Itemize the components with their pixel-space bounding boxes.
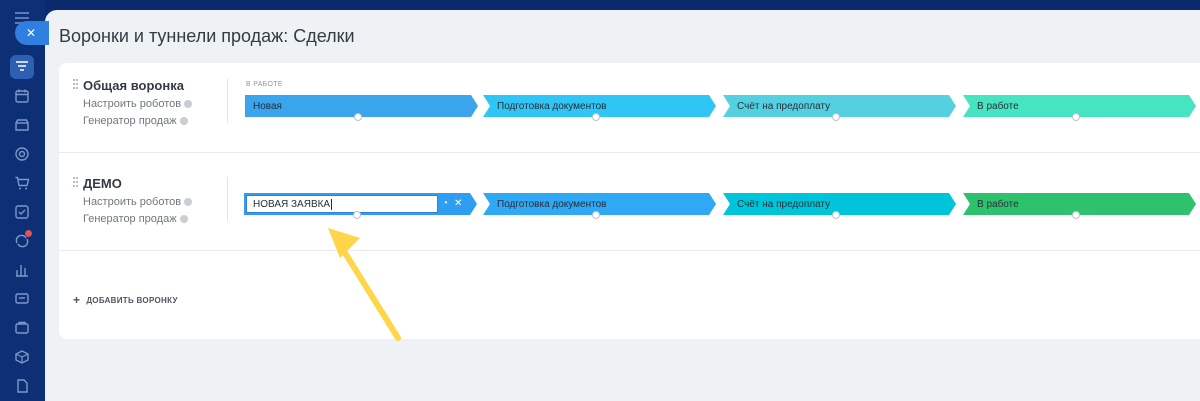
cart-icon[interactable] (10, 171, 34, 195)
stage-connector[interactable] (832, 211, 840, 219)
stage-notch (483, 95, 490, 117)
stage-connector[interactable] (1072, 113, 1080, 121)
stage-label: Счёт на предоплату (737, 198, 831, 210)
stage-item[interactable]: В работе (963, 193, 1196, 219)
analytics-icon[interactable] (10, 258, 34, 282)
stage-notch (483, 193, 490, 215)
close-slider-button[interactable]: ✕ (15, 21, 49, 45)
stage-notch (723, 95, 730, 117)
stage-item[interactable]: В работе (963, 95, 1196, 121)
divider (227, 177, 228, 221)
stage-label: В работе (977, 100, 1019, 112)
funnel-name[interactable]: Общая воронка (83, 78, 184, 93)
stage-label: Подготовка документов (497, 100, 607, 112)
drag-handle-icon[interactable] (73, 177, 79, 187)
stage-connector[interactable] (1072, 211, 1080, 219)
drag-handle-icon[interactable] (73, 79, 79, 89)
close-icon[interactable]: ✕ (454, 197, 462, 211)
plus-icon: + (73, 293, 81, 307)
generator-link[interactable]: Генератор продаж (83, 115, 188, 127)
page-title: Воронки и туннели продаж: Сделки (59, 26, 355, 46)
funnels-card: Общая воронка Настроить роботов Генерато… (59, 63, 1200, 339)
stage-connector[interactable] (832, 113, 840, 121)
divider (227, 79, 228, 123)
generator-link-label: Генератор продаж (83, 213, 177, 225)
robots-link-label: Настроить роботов (83, 98, 182, 110)
row-divider (59, 152, 1200, 153)
text-caret (331, 198, 333, 210)
stage-label: Счёт на предоплату (737, 100, 831, 112)
stage-item[interactable]: Счёт на предоплату (723, 193, 956, 219)
stage-arrow (709, 95, 716, 117)
notification-badge (25, 230, 32, 237)
checkbox-icon[interactable] (10, 200, 34, 224)
filter-icon[interactable] (10, 55, 34, 79)
stage-edit-box: НОВАЯ ЗАЯВКА ◔ ✕ (244, 193, 477, 219)
close-icon: ✕ (26, 26, 37, 40)
palette-icon[interactable]: ◔ (442, 197, 448, 211)
stage-item[interactable]: Новая (245, 95, 478, 121)
stage-item[interactable]: Подготовка документов (483, 193, 716, 219)
stage-arrow (949, 95, 956, 117)
stage-notch (723, 193, 730, 215)
help-icon[interactable] (184, 198, 193, 207)
robots-link-label: Настроить роботов (83, 196, 182, 208)
stage-notch (963, 95, 970, 117)
automation-icon[interactable] (10, 229, 34, 253)
store-icon[interactable] (10, 113, 34, 137)
add-funnel-button[interactable]: + ДОБАВИТЬ ВОРОНКУ (73, 293, 178, 307)
stage-item[interactable]: Счёт на предоплату (723, 95, 956, 121)
stage-name-input[interactable]: НОВАЯ ЗАЯВКА (246, 195, 438, 213)
target-icon[interactable] (10, 142, 34, 166)
stage-arrow (471, 95, 478, 117)
stage-connector[interactable] (592, 113, 600, 121)
help-icon[interactable] (179, 117, 188, 126)
help-icon[interactable] (184, 100, 193, 109)
stage-item[interactable]: Подготовка документов (483, 95, 716, 121)
stage-group-label: В РАБОТЕ (246, 81, 283, 88)
sites-icon[interactable] (10, 316, 34, 340)
robots-link[interactable]: Настроить роботов (83, 98, 193, 110)
generator-link-label: Генератор продаж (83, 115, 177, 127)
stage-notch (963, 193, 970, 215)
stage-connector[interactable] (354, 113, 362, 121)
stage-name-value: НОВАЯ ЗАЯВКА (253, 198, 331, 210)
stage-connector[interactable] (353, 211, 361, 219)
stage-arrow (1189, 95, 1196, 117)
stage-label: Подготовка документов (497, 198, 607, 210)
stage-arrow (709, 193, 716, 215)
robots-link[interactable]: Настроить роботов (83, 196, 193, 208)
contact-center-icon[interactable] (10, 287, 34, 311)
stage-arrow (470, 193, 477, 215)
main-panel: Воронки и туннели продаж: Сделки Общая в… (45, 10, 1200, 401)
annotation-arrow-icon (328, 228, 401, 341)
left-sidebar (0, 0, 45, 401)
stage-arrow (1189, 193, 1196, 215)
stage-arrow (949, 193, 956, 215)
add-funnel-label: ДОБАВИТЬ ВОРОНКУ (86, 295, 178, 305)
stage-label: Новая (253, 100, 282, 112)
document-icon[interactable] (10, 374, 34, 398)
box-icon[interactable] (10, 345, 34, 369)
help-icon[interactable] (179, 215, 188, 224)
row-divider (59, 250, 1200, 251)
calendar-icon[interactable] (10, 84, 34, 108)
funnel-name[interactable]: ДЕМО (83, 176, 122, 191)
stage-label: В работе (977, 198, 1019, 210)
stage-connector[interactable] (592, 211, 600, 219)
generator-link[interactable]: Генератор продаж (83, 213, 188, 225)
